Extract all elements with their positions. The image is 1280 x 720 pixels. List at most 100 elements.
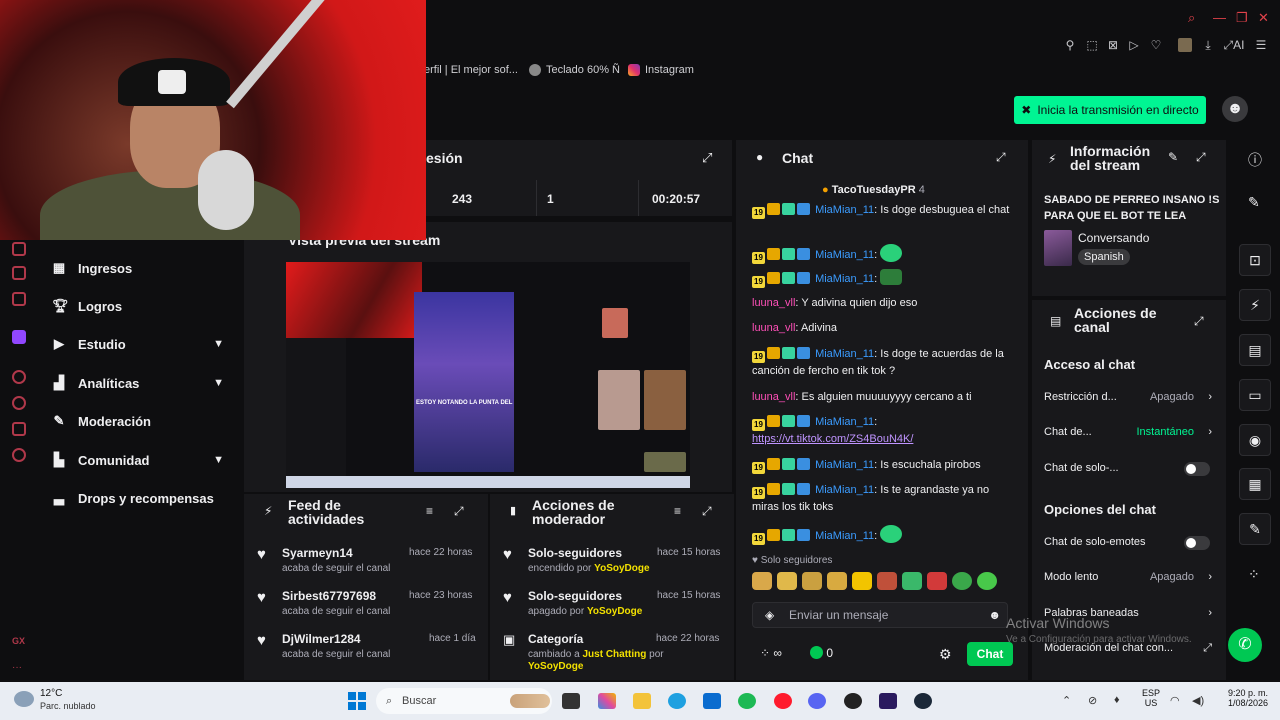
edge-icon[interactable] bbox=[668, 693, 686, 709]
chat-username[interactable]: MiaMian_11 bbox=[815, 204, 874, 216]
stream-preview-image[interactable]: ESTOY NOTANDO LA PUNTA DEL bbox=[286, 262, 690, 488]
chat-username[interactable]: MiaMian_11 bbox=[815, 273, 874, 285]
sidebar-item-moderacion[interactable]: ✎ Moderación bbox=[52, 409, 232, 433]
close-icon[interactable]: ✕ bbox=[1258, 10, 1269, 26]
rail-icon[interactable] bbox=[12, 242, 26, 256]
popout-icon[interactable]: ⤢ bbox=[1196, 150, 1206, 165]
discord-icon[interactable] bbox=[808, 693, 826, 709]
chat-message[interactable]: 19 MiaMian_11: Is te agrandaste ya no mi… bbox=[752, 482, 1014, 516]
sidebar-item-drops[interactable]: ▃ Drops y recompensas bbox=[52, 486, 232, 510]
spotify-icon[interactable] bbox=[738, 693, 756, 709]
search-icon[interactable]: ⌕ bbox=[1188, 10, 1195, 26]
file-explorer-icon[interactable] bbox=[633, 693, 651, 709]
chat-message[interactable]: luuna_vll: Y adivina quien dijo eso bbox=[752, 295, 1014, 312]
chat-username[interactable]: MiaMian_11 bbox=[815, 416, 874, 428]
chat-message[interactable]: 19 MiaMian_11: https://vt.tiktok.com/ZS4B… bbox=[752, 414, 1014, 448]
chat-username[interactable]: MiaMian_11 bbox=[815, 348, 874, 360]
sidebar-item-estudio[interactable]: ▶ Estudio ▼ bbox=[52, 332, 232, 356]
toggle-switch[interactable] bbox=[1184, 462, 1210, 476]
heart-icon[interactable]: ♡ bbox=[1149, 38, 1163, 52]
clock[interactable]: 9:20 p. m. 1/08/2026 bbox=[1216, 688, 1268, 708]
toggle-switch[interactable] bbox=[1184, 536, 1210, 550]
avatar[interactable]: ☻ bbox=[1222, 96, 1248, 122]
store-icon[interactable] bbox=[703, 693, 721, 709]
weather-icon[interactable] bbox=[14, 691, 34, 707]
wifi-icon[interactable]: ◠ bbox=[1170, 694, 1180, 707]
network-icon[interactable]: ⊘ bbox=[1088, 694, 1097, 707]
emote-icon[interactable] bbox=[827, 572, 847, 590]
emote-icon[interactable] bbox=[752, 572, 772, 590]
emote-icon[interactable] bbox=[877, 572, 897, 590]
language-indicator[interactable]: ESP US bbox=[1142, 688, 1160, 708]
chat-message[interactable]: 19 MiaMian_11: Is doge desbuguea el chat bbox=[752, 202, 1014, 219]
weather-desc[interactable]: Parc. nublado bbox=[40, 701, 96, 711]
sidebar-item-analiticas[interactable]: ▟ Analíticas ▼ bbox=[52, 371, 232, 395]
chat-username[interactable]: luuna_vll bbox=[752, 297, 795, 309]
chat-send-button[interactable]: Chat bbox=[967, 642, 1013, 666]
gx-icon[interactable]: GX bbox=[12, 636, 26, 650]
filter-icon[interactable]: ≡ bbox=[674, 504, 681, 518]
pin-icon[interactable]: ⚲ bbox=[1063, 38, 1077, 52]
minimize-icon[interactable]: — bbox=[1213, 10, 1226, 25]
rail-icon[interactable] bbox=[12, 292, 26, 306]
more-icon[interactable]: ··· bbox=[12, 662, 26, 676]
popout-icon[interactable]: ⤢ bbox=[996, 150, 1006, 165]
chat-link[interactable]: https://vt.tiktok.com/ZS4BouN4K/ bbox=[752, 433, 913, 445]
popout-icon[interactable]: ⤢ bbox=[702, 504, 712, 519]
chat-input[interactable]: ◈ Enviar un mensaje ☻ bbox=[752, 602, 1008, 628]
settings-icon[interactable] bbox=[12, 448, 26, 462]
opera-gx-icon[interactable] bbox=[774, 693, 792, 709]
emote-icon[interactable] bbox=[977, 572, 997, 590]
twitch-icon[interactable] bbox=[12, 330, 26, 344]
broadcast-icon[interactable]: ◉ bbox=[1239, 424, 1271, 456]
app-icon[interactable] bbox=[844, 693, 862, 709]
chat-message[interactable]: 19 MiaMian_11: Is doge te acuerdas de la… bbox=[752, 346, 1014, 380]
info-icon[interactable]: ⓘ bbox=[1248, 150, 1262, 170]
category-thumbnail[interactable] bbox=[1044, 230, 1072, 266]
feed-item-name[interactable]: Sirbest67797698 bbox=[282, 589, 376, 603]
camera-icon[interactable]: ⊡ bbox=[1239, 244, 1271, 276]
windows-start-icon[interactable] bbox=[348, 692, 366, 710]
mod-item-by[interactable]: YoSoyDoge bbox=[528, 661, 583, 672]
chat-message[interactable]: luuna_vll: Es alguien muuuuyyyy cercano … bbox=[752, 389, 1014, 406]
feed-item-name[interactable]: Syarmeyn14 bbox=[282, 546, 353, 560]
profile-thumb-icon[interactable] bbox=[1178, 38, 1192, 52]
crown-emote-icon[interactable] bbox=[852, 572, 872, 590]
emote-icon[interactable] bbox=[952, 572, 972, 590]
layout-icon[interactable]: ▦ bbox=[1239, 468, 1271, 500]
chat-message[interactable]: 19 MiaMian_11: bbox=[752, 269, 1014, 288]
volume-icon[interactable]: ◀) bbox=[1192, 694, 1204, 707]
download-icon[interactable]: ⤓ bbox=[1201, 38, 1215, 52]
feed-item-name[interactable]: DjWilmer1284 bbox=[282, 632, 361, 646]
whatsapp-icon[interactable]: ✆ bbox=[1228, 628, 1262, 662]
rail-icon[interactable] bbox=[12, 370, 26, 384]
emote-icon[interactable] bbox=[777, 572, 797, 590]
popout-icon[interactable]: ⤢ bbox=[702, 150, 712, 166]
settings-icon[interactable]: ⁘ bbox=[1248, 566, 1260, 583]
ai-icon[interactable]: ⤢AI bbox=[1222, 38, 1246, 52]
language-tag[interactable]: Spanish bbox=[1078, 249, 1130, 265]
menu-icon[interactable]: ☰ bbox=[1254, 38, 1268, 52]
popout-icon[interactable]: ⤢ bbox=[454, 504, 464, 519]
emote-icon[interactable] bbox=[927, 572, 947, 590]
wrench-icon[interactable]: ✎ bbox=[1239, 513, 1271, 545]
copilot-icon[interactable] bbox=[598, 693, 616, 709]
emoji-icon[interactable]: ☻ bbox=[988, 603, 1001, 627]
gear-icon[interactable]: ⚙ bbox=[939, 646, 952, 663]
chat-message[interactable]: luuna_vll: Adivina bbox=[752, 320, 1014, 337]
setting-row[interactable]: Restricción d... Apagado › bbox=[1044, 391, 1214, 403]
popout-icon[interactable]: ⤢ bbox=[1194, 314, 1204, 329]
chat-message[interactable]: 19 MiaMian_11: bbox=[752, 244, 1014, 264]
chat-username[interactable]: MiaMian_11 bbox=[815, 249, 874, 261]
sidebar-item-ingresos[interactable]: ▦ Ingresos bbox=[52, 256, 232, 280]
stream-category[interactable]: Conversando bbox=[1078, 231, 1149, 245]
chat-message[interactable]: 19 MiaMian_11: bbox=[752, 525, 1014, 545]
chat-username[interactable]: luuna_vll bbox=[752, 391, 795, 403]
mic-icon[interactable]: ♦ bbox=[1114, 694, 1120, 706]
pinned-chatter[interactable]: ● TacoTuesdayPR 4 bbox=[822, 184, 925, 196]
setting-row[interactable]: Chat de... Instantáneo › bbox=[1044, 426, 1214, 438]
chat-username[interactable]: luuna_vll bbox=[752, 322, 795, 334]
lightning-icon[interactable]: ⚡︎ bbox=[1239, 289, 1271, 321]
weather-temp[interactable]: 12°C bbox=[40, 688, 62, 699]
task-view-icon[interactable] bbox=[562, 693, 580, 709]
